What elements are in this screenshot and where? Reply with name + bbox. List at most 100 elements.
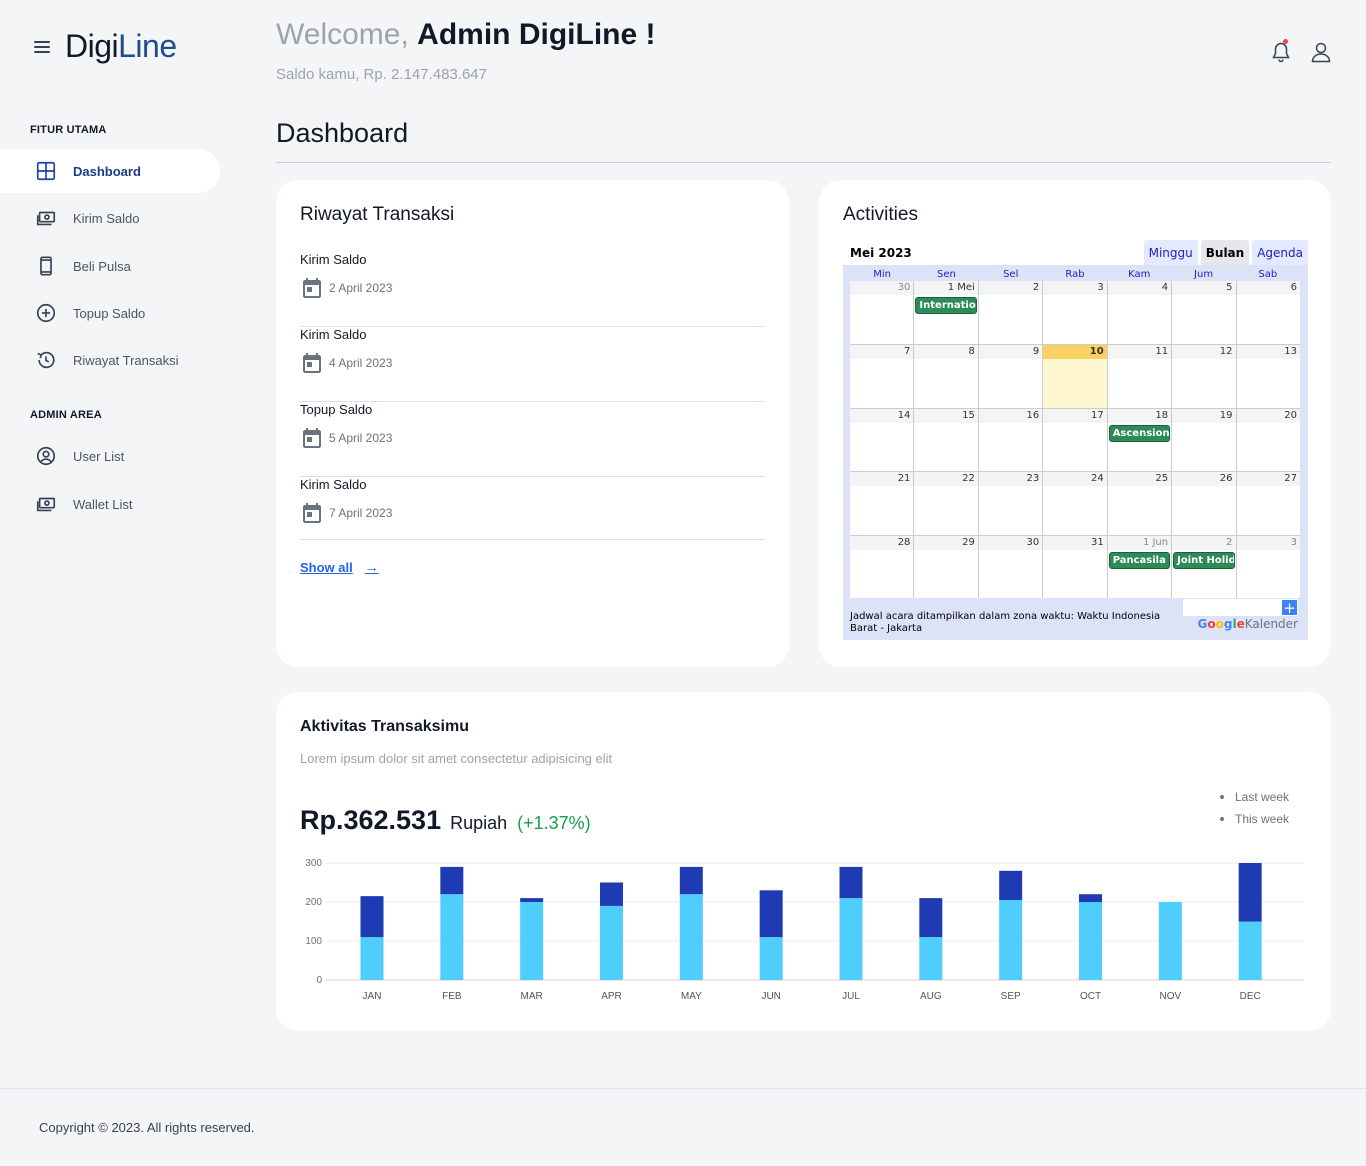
sidebar-item-user-list[interactable]: User List	[0, 434, 220, 478]
add-calendar-button[interactable]: +	[1281, 599, 1298, 616]
transaction-name: Kirim Saldo	[300, 252, 367, 267]
tab-agenda[interactable]: Agenda	[1252, 240, 1308, 265]
sidebar-item-riwayat-transaksi[interactable]: Riwayat Transaksi	[0, 338, 220, 382]
calendar-event[interactable]: Ascension	[1108, 424, 1171, 442]
bar-last-week[interactable]	[600, 905, 623, 980]
bar-last-week[interactable]	[360, 937, 384, 980]
calendar-day-cell[interactable]: 28	[850, 535, 914, 598]
tab-minggu[interactable]: Minggu	[1143, 240, 1198, 265]
calendar-event[interactable]: Joint Holid	[1173, 551, 1235, 569]
bell-icon[interactable]	[1269, 40, 1293, 64]
sidebar-item-topup-saldo[interactable]: Topup Saldo	[0, 291, 220, 335]
legend-item[interactable]: Last week	[1220, 786, 1289, 808]
calendar-day-cell[interactable]: 1 JunPancasila D	[1106, 535, 1172, 598]
x-tick-label: JUN	[761, 991, 780, 1002]
calendar-day-cell[interactable]: 27	[1235, 472, 1300, 535]
calendar-day-number: 8	[914, 345, 978, 360]
calendar-day-cell[interactable]: 23	[977, 472, 1043, 535]
calendar-day-cell[interactable]: 10	[1042, 345, 1107, 408]
calendar-day-cell[interactable]: 24	[1042, 472, 1107, 535]
calendar-day-cell[interactable]: 30	[977, 535, 1043, 598]
calendar-day-cell[interactable]: 15	[913, 408, 978, 472]
calendar-day-cell[interactable]: 5	[1171, 281, 1236, 345]
bar-this-week[interactable]	[600, 882, 623, 906]
hamburger-menu-icon[interactable]	[34, 40, 50, 53]
calendar-day-cell[interactable]: 6	[1235, 281, 1300, 345]
calendar-day-cell[interactable]: 2 Joint Holid	[1171, 535, 1236, 598]
bar-this-week[interactable]	[919, 898, 943, 938]
calendar-day-cell[interactable]: 9	[977, 345, 1043, 408]
sidebar-item-wallet-list[interactable]: Wallet List	[0, 482, 220, 526]
calendar-day-cell[interactable]: 20	[1235, 408, 1300, 472]
calendar-day-cell[interactable]: 4	[1106, 281, 1172, 345]
calendar-day-cell[interactable]: 18 Ascension	[1106, 408, 1172, 472]
bar-this-week[interactable]	[999, 870, 1023, 901]
bar-last-week[interactable]	[1079, 902, 1102, 980]
bar-this-week[interactable]	[759, 890, 783, 938]
transaction-item[interactable]: Topup Saldo 5 April 2023	[300, 402, 765, 477]
bar-last-week[interactable]	[919, 937, 943, 980]
calendar-day-cell[interactable]: 31	[1042, 535, 1107, 598]
show-all-link[interactable]: Show all →	[300, 559, 379, 575]
bar-this-week[interactable]	[360, 896, 384, 938]
sidebar-item-beli-pulsa[interactable]: Beli Pulsa	[0, 244, 220, 288]
calendar-day-cell[interactable]: 22	[913, 472, 978, 535]
sidebar-item-kirim-saldo[interactable]: Kirim Saldo	[0, 196, 220, 240]
calendar-day-cell[interactable]: 29	[913, 535, 978, 598]
calendar-day-cell[interactable]: 3	[1235, 535, 1300, 598]
bar-last-week[interactable]	[999, 900, 1023, 980]
calendar-day-cell[interactable]: 14	[850, 408, 914, 471]
google-logo-letter: o	[1207, 617, 1216, 631]
calendar-day-cell[interactable]: 8	[913, 345, 978, 408]
calendar-day-cell[interactable]: 3	[1042, 281, 1107, 345]
calendar-day-cell[interactable]: 13	[1235, 345, 1300, 408]
bar-last-week[interactable]	[440, 894, 464, 980]
calendar-day-cell[interactable]: 1 Mei Internatio	[913, 281, 978, 345]
calendar-day-cell[interactable]: 17	[1042, 408, 1107, 472]
bar-this-week[interactable]	[1079, 894, 1102, 902]
bar-last-week[interactable]	[1158, 902, 1182, 980]
bar-last-week[interactable]	[759, 937, 783, 980]
transaction-item[interactable]: Kirim Saldo 7 April 2023	[300, 477, 765, 540]
money-icon	[35, 207, 57, 229]
google-calendar-logo[interactable]: GoogleKalender	[1198, 617, 1299, 631]
calendar-day-cell[interactable]: 16	[977, 408, 1043, 472]
bar-last-week[interactable]	[520, 902, 544, 980]
calendar-day-cell[interactable]: 30	[850, 281, 914, 344]
brand-logo[interactable]: DigiLine	[65, 28, 177, 65]
calendar-day-cell[interactable]: 12	[1171, 345, 1236, 408]
bar-last-week[interactable]	[839, 898, 863, 980]
user-icon[interactable]	[1309, 40, 1333, 64]
transaction-item[interactable]: Kirim Saldo 2 April 2023	[300, 252, 765, 327]
tab-bulan[interactable]: Bulan	[1200, 240, 1250, 265]
calendar-day-cell[interactable]: 7	[850, 345, 914, 407]
calendar-day-cell[interactable]: 19	[1171, 408, 1236, 472]
calendar-day-number: 4	[1107, 281, 1172, 295]
bar-this-week[interactable]	[679, 866, 703, 895]
transaction-item[interactable]: Kirim Saldo 4 April 2023	[300, 327, 765, 402]
calendar-day-cell[interactable]: 2	[977, 281, 1043, 345]
bar-this-week[interactable]	[440, 866, 464, 895]
calendar-day-cell[interactable]: 21	[850, 472, 914, 534]
bar-this-week[interactable]	[520, 898, 544, 902]
legend-item[interactable]: This week	[1220, 808, 1289, 830]
bar-this-week[interactable]	[1238, 863, 1262, 922]
calendar-week-row: 30 1 Mei Internatio 2 3 4 5 6	[850, 281, 1300, 345]
calendar-day-number: 17	[1043, 408, 1107, 423]
calendar-day-number: 1 Jun	[1107, 535, 1172, 550]
calendar-day-cell[interactable]: 26	[1171, 472, 1236, 535]
welcome-name: Admin DigiLine !	[417, 18, 656, 51]
sidebar-item-dashboard[interactable]: Dashboard	[0, 149, 220, 193]
bar-this-week[interactable]	[839, 866, 863, 899]
google-logo-letter: G	[1197, 617, 1208, 631]
calendar-event[interactable]: Pancasila D	[1108, 551, 1171, 569]
bar-last-week[interactable]	[679, 894, 703, 980]
calendar-day-number: 31	[1043, 535, 1107, 550]
bar-last-week[interactable]	[1238, 921, 1262, 981]
calendar-day-cell[interactable]: 11	[1106, 345, 1172, 408]
calendar-icon	[303, 353, 321, 373]
calendar-day-cell[interactable]: 25	[1106, 472, 1172, 535]
calendar-day-number: 3	[1043, 281, 1107, 295]
chart-subtitle: Lorem ipsum dolor sit amet consectetur a…	[300, 751, 613, 766]
calendar-event[interactable]: Internatio	[915, 297, 977, 314]
